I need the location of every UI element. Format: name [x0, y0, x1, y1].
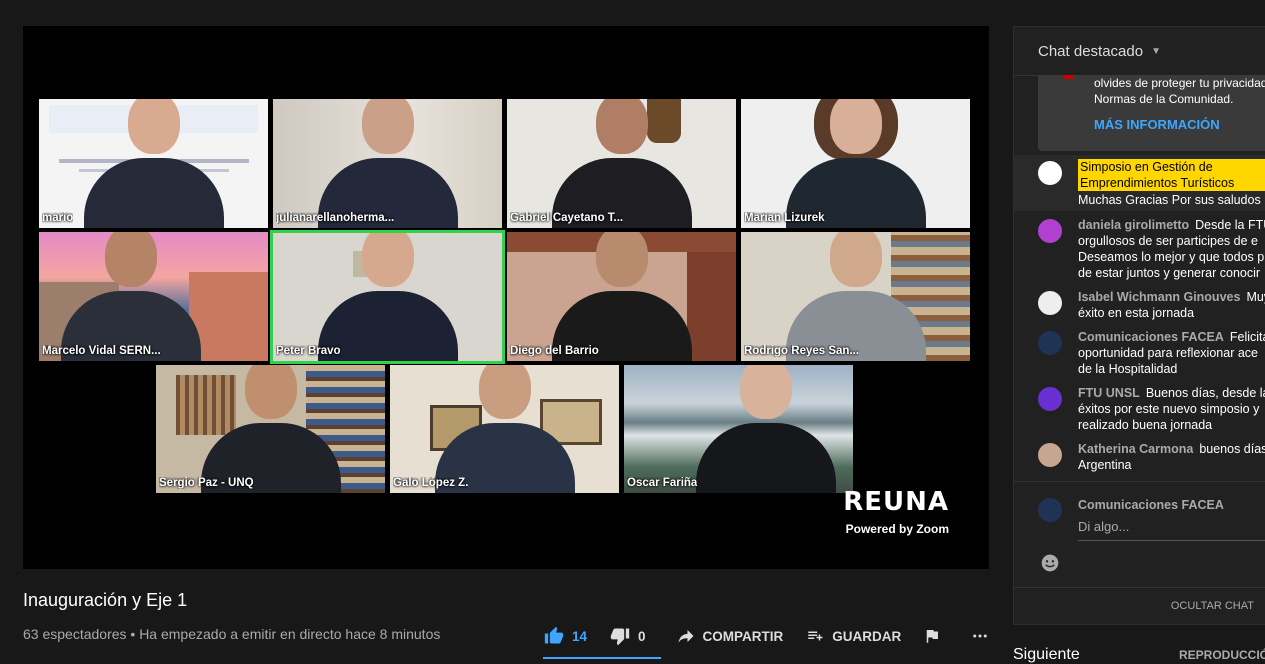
participant-name: Gabriel Cayetano T... [510, 212, 624, 224]
video-actions: 14 0 COMPARTIR GUARDAR [543, 612, 993, 660]
message-author: FTU UNSL [1078, 386, 1140, 400]
like-count: 14 [572, 628, 588, 644]
participant-name: Galo López Z. [393, 477, 469, 489]
participant-tile: Rodrigo Reyes San... [741, 232, 970, 361]
up-next-label: Siguiente [1013, 646, 1080, 663]
message-author: daniela girolimetto [1078, 218, 1190, 232]
chat-message: Katherina Carmona buenos días Argentina [1014, 441, 1265, 475]
share-icon [678, 630, 694, 643]
video-title: Inauguración y Eje 1 [23, 590, 188, 610]
community-banner: olvides de proteger tu privacidad Normas… [1038, 75, 1265, 151]
share-label: COMPARTIR [702, 628, 784, 644]
chat-mode-label: Chat destacado [1038, 42, 1144, 60]
message-author: Isabel Wichmann Ginouves [1078, 290, 1241, 304]
participant-tile: Diego del Barrio [507, 232, 736, 361]
participant-tile: Marian Lizurek [741, 99, 970, 228]
pinned-text: Muchas Gracias Por sus saludos [1078, 193, 1261, 207]
participant-name: mario [42, 212, 74, 224]
participant-name: julianarellanoherma... [276, 212, 395, 224]
input-author: Comunicaciones FACEA [1078, 498, 1224, 512]
chat-input[interactable]: Di algo... [1078, 519, 1265, 541]
dislike-count: 0 [638, 628, 646, 644]
hide-chat-button[interactable]: OCULTAR CHAT [1014, 587, 1265, 624]
avatar [1038, 331, 1062, 355]
avatar [1038, 498, 1062, 522]
avatar [1038, 443, 1062, 467]
save-label: GUARDAR [832, 628, 902, 644]
active-speaker-tile: Peter Bravo [270, 230, 505, 364]
live-chat: Chat destacado ▼ olvides de proteger tu … [1013, 26, 1265, 625]
participant-name: Oscar Fariña [627, 477, 698, 489]
participant-tile: Oscar Fariña [624, 365, 853, 493]
more-info-link[interactable]: MÁS INFORMACIÓN [1094, 117, 1220, 132]
chat-message: FTU UNSL Buenos días, desde la éxitos por… [1014, 385, 1265, 435]
save-button[interactable]: GUARDAR [805, 627, 901, 645]
chat-message: Isabel Wichmann GinouvesMuy éxito en est… [1014, 289, 1265, 323]
reuna-logo: REUNA [843, 487, 949, 517]
participant-name: Sergio Paz - UNQ [159, 477, 254, 489]
chat-input-area: Comunicaciones FACEA Di algo... [1014, 481, 1265, 592]
video-meta: 63 espectadores • Ha empezado a emitir e… [23, 626, 441, 642]
video-player[interactable]: mario julianarellanoherma... Gabriel Cay… [23, 26, 989, 569]
participant-tile: Gabriel Cayetano T... [507, 99, 736, 228]
more-button[interactable] [970, 627, 997, 645]
playlist-add-icon [808, 631, 823, 641]
powered-by-zoom: Powered by Zoom [845, 522, 949, 536]
avatar [1038, 161, 1062, 185]
pinned-highlight: Simposio en Gestión de Emprendimientos T… [1078, 159, 1265, 191]
participant-tile: Sergio Paz - UNQ [156, 365, 385, 493]
participant-name: Rodrigo Reyes San... [744, 345, 860, 357]
report-button[interactable] [923, 627, 948, 645]
chat-message: Comunicaciones FACEAFelicita oportunidad… [1014, 329, 1265, 379]
message-author: Comunicaciones FACEA [1078, 330, 1224, 344]
chat-header[interactable]: Chat destacado ▼ [1014, 27, 1265, 76]
message-author: Katherina Carmona [1078, 442, 1194, 456]
like-ratio-bar [543, 657, 661, 659]
chevron-down-icon: ▼ [1151, 45, 1161, 57]
thumbs-down-icon [610, 628, 630, 646]
avatar [1038, 387, 1062, 411]
pinned-message: Simposio en Gestión de Emprendimientos T… [1014, 155, 1265, 211]
chat-message: daniela girolimetto Desde la FTU orgullos… [1014, 217, 1265, 281]
banner-text: olvides de proteger tu privacidad Normas… [1094, 76, 1265, 106]
participant-tile: Marcelo Vidal SERN... [39, 232, 268, 361]
participant-tile: julianarellanoherma... [273, 99, 502, 228]
participant-name: Marian Lizurek [744, 212, 825, 224]
more-horiz-icon [973, 634, 988, 638]
thumbs-up-icon [544, 626, 564, 644]
participant-name: Marcelo Vidal SERN... [42, 345, 161, 357]
alert-icon [1064, 75, 1074, 79]
emoji-icon[interactable] [1040, 553, 1060, 573]
autoplay-label[interactable]: REPRODUCCIÓ [1179, 648, 1265, 662]
participant-tile: mario [39, 99, 268, 228]
participant-name: Peter Bravo [276, 345, 341, 357]
share-button[interactable]: COMPARTIR [676, 627, 784, 645]
avatar [1038, 291, 1062, 315]
participant-name: Diego del Barrio [510, 345, 599, 357]
dislike-button[interactable]: 0 [609, 626, 646, 646]
avatar [1038, 219, 1062, 243]
like-button[interactable]: 14 [543, 626, 587, 646]
participant-tile: Galo López Z. [390, 365, 619, 493]
flag-icon [927, 630, 939, 643]
